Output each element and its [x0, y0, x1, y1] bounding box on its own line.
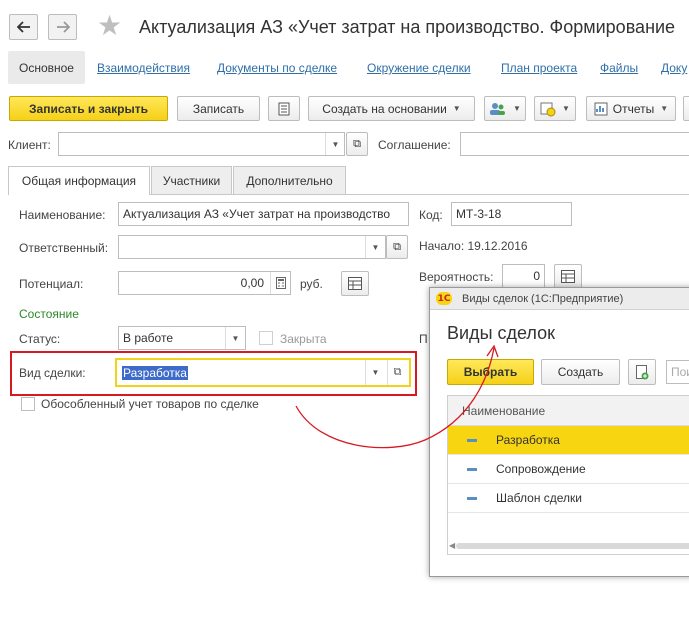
annotation-arrow [295, 344, 499, 449]
